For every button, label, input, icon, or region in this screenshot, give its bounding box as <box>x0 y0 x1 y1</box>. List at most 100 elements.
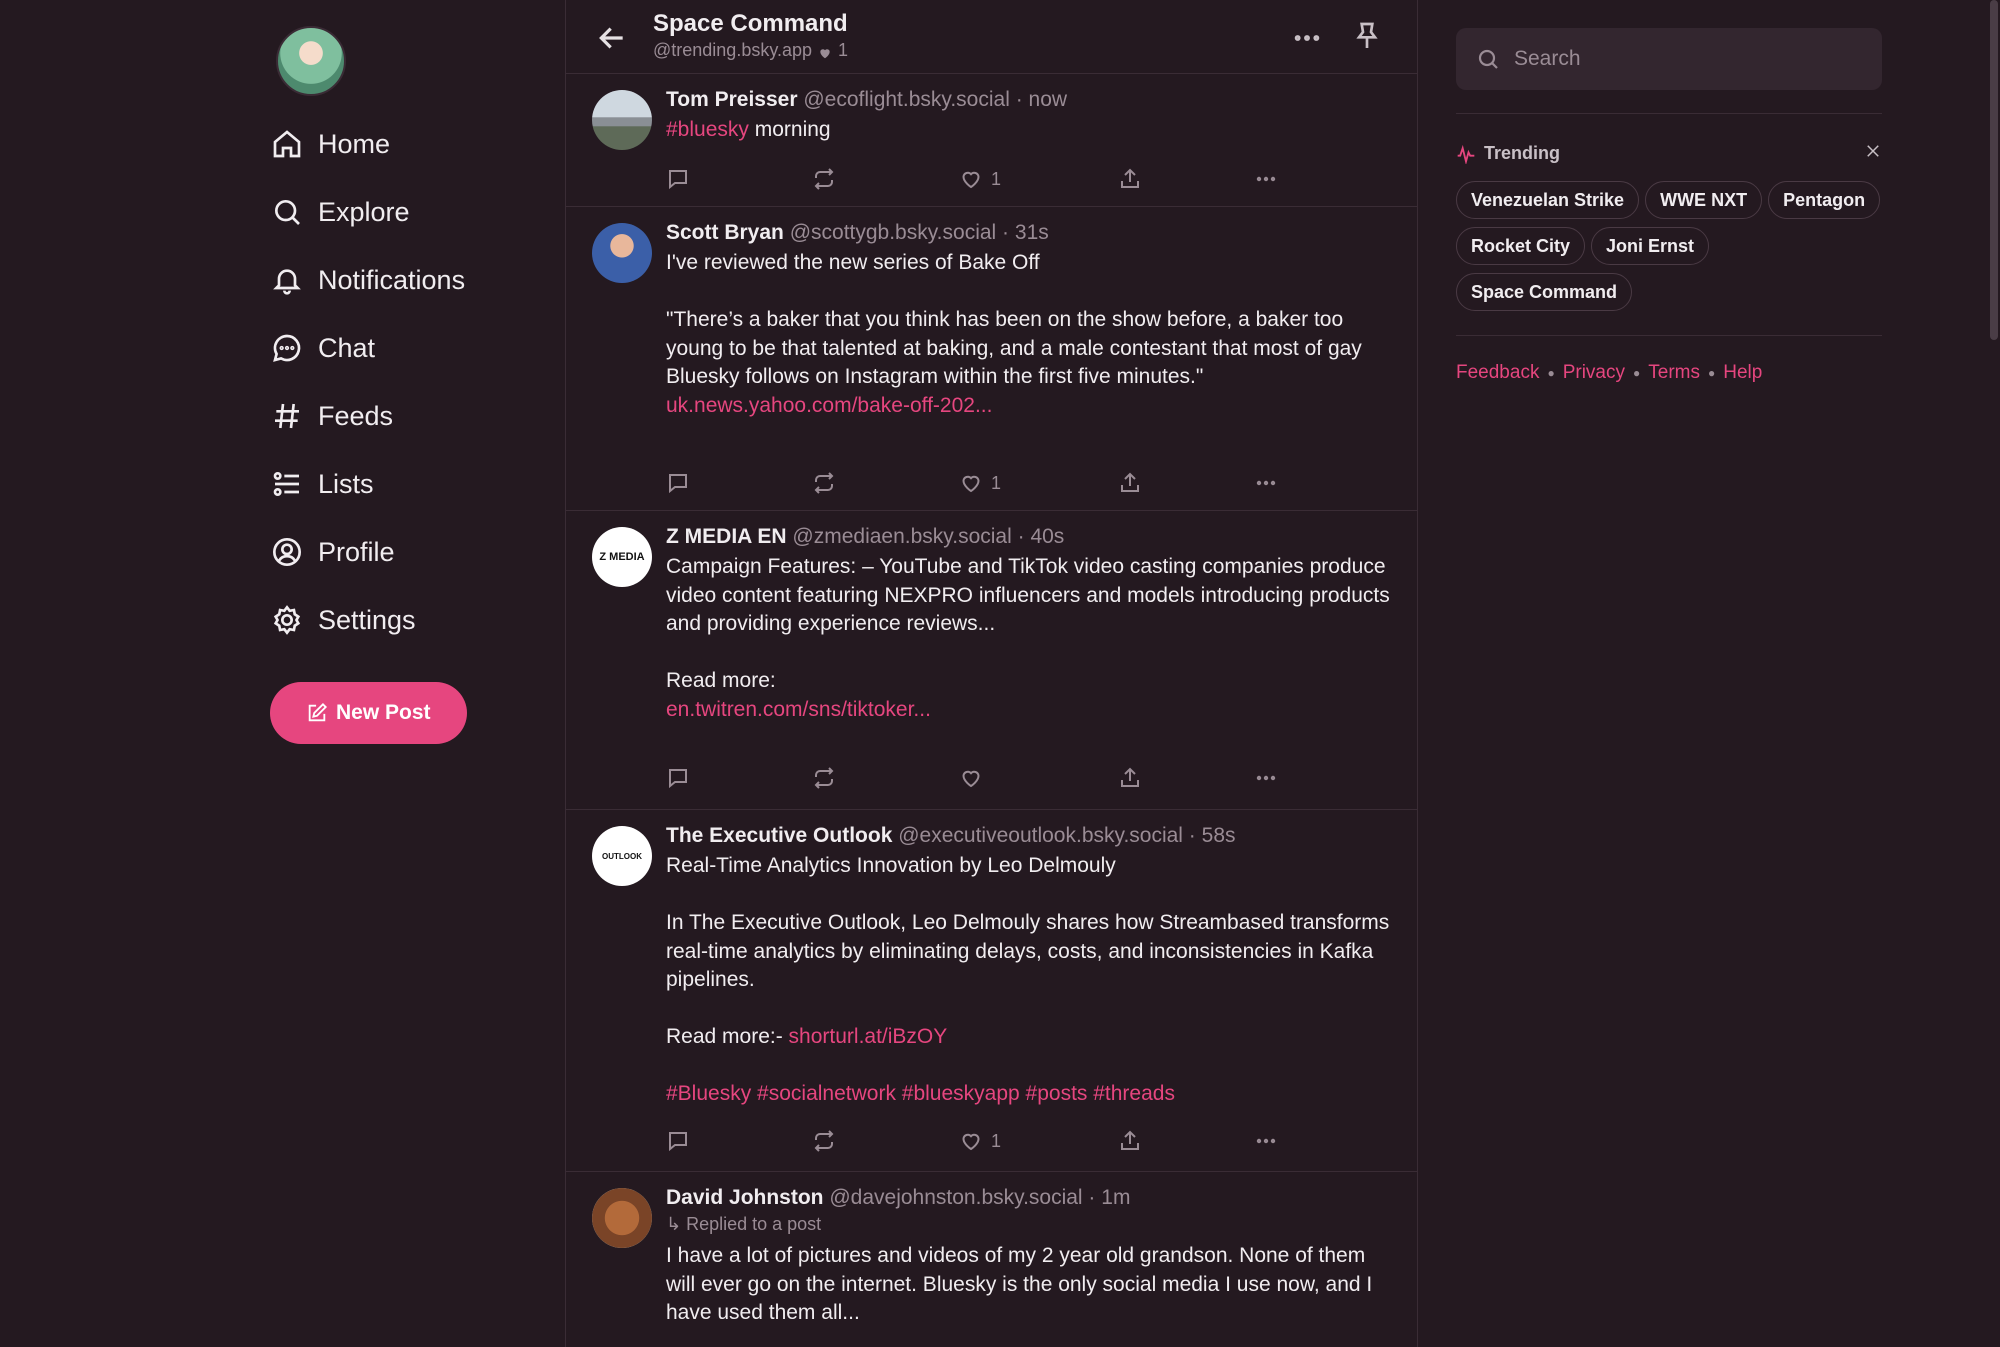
reply-button[interactable] <box>666 1126 690 1156</box>
reply-button[interactable] <box>666 164 690 194</box>
author-handle[interactable]: @zmediaen.bsky.social <box>792 525 1011 548</box>
trend-chip[interactable]: Joni Ernst <box>1591 227 1710 265</box>
pin-feed-button[interactable] <box>1351 20 1385 54</box>
feed-column: Space Command @trending.bsky.app 1 Tom P… <box>565 0 1418 1347</box>
post-meta: Tom Preisser @ecoflight.bsky.social · no… <box>666 88 1068 111</box>
post-link[interactable]: shorturl.at/iBzOY <box>789 1025 948 1048</box>
post-time: now <box>1028 88 1068 111</box>
like-button[interactable]: 1 <box>959 1126 1001 1156</box>
page-scrollbar[interactable] <box>1986 0 2000 1347</box>
nav-item-explore[interactable]: Explore <box>270 178 570 246</box>
hashtag-list[interactable]: #Bluesky #socialnetwork #blueskyapp #pos… <box>666 1082 1175 1105</box>
feed-header: Space Command @trending.bsky.app 1 <box>566 0 1417 74</box>
author-handle[interactable]: @executiveoutlook.bsky.social <box>898 824 1183 847</box>
nav-item-settings[interactable]: Settings <box>270 586 570 654</box>
terms-link[interactable]: Terms <box>1648 362 1700 384</box>
scrollbar-thumb[interactable] <box>1990 0 1998 340</box>
repost-button[interactable] <box>812 468 836 498</box>
post-meta: Scott Bryan @scottygb.bsky.social · 31s <box>666 221 1049 244</box>
search-box[interactable] <box>1456 28 1882 90</box>
like-button[interactable]: 1 <box>959 468 1001 498</box>
post-more-button[interactable] <box>1254 763 1278 793</box>
post-more-button[interactable] <box>1254 164 1278 194</box>
author-avatar[interactable] <box>592 1188 652 1248</box>
repost-button[interactable] <box>812 1126 836 1156</box>
trend-chip[interactable]: Space Command <box>1456 273 1633 311</box>
post-actions <box>666 763 1286 793</box>
post-link[interactable]: uk.news.yahoo.com/bake-off-202... <box>666 394 992 417</box>
author-name[interactable]: Tom Preisser <box>666 88 798 111</box>
author-name[interactable]: David Johnston <box>666 1186 824 1209</box>
hashtag-link[interactable]: #bluesky <box>666 118 749 141</box>
feedback-link[interactable]: Feedback <box>1456 362 1539 384</box>
post-item[interactable]: Scott Bryan @scottygb.bsky.social · 31s … <box>566 207 1417 511</box>
trend-chip[interactable]: WWE NXT <box>1645 181 1763 219</box>
nav-label: Profile <box>318 536 395 567</box>
close-trending-button[interactable] <box>1864 142 1882 165</box>
share-button[interactable] <box>1118 164 1142 194</box>
post-time: 1m <box>1101 1186 1131 1209</box>
new-post-button[interactable]: New Post <box>270 682 467 744</box>
author-avatar[interactable] <box>592 223 652 283</box>
nav-item-feeds[interactable]: Feeds <box>270 382 570 450</box>
reply-icon <box>669 170 687 190</box>
repost-button[interactable] <box>812 164 836 194</box>
trend-chip[interactable]: Rocket City <box>1456 227 1586 265</box>
nav-label: Lists <box>318 468 374 499</box>
reply-context[interactable]: ↳ Replied to a post <box>666 1212 1397 1236</box>
share-icon <box>1121 1130 1139 1150</box>
post-more-button[interactable] <box>1254 468 1278 498</box>
like-button[interactable]: 1 <box>959 164 1001 194</box>
trend-chip[interactable]: Pentagon <box>1768 181 1881 219</box>
author-handle[interactable]: @davejohnston.bsky.social <box>829 1186 1082 1209</box>
share-button[interactable] <box>1118 763 1142 793</box>
nav-item-home[interactable]: Home <box>270 110 570 178</box>
post-more-button[interactable] <box>1254 1126 1278 1156</box>
search-input[interactable] <box>1514 47 1814 71</box>
more-horizontal-icon <box>1256 775 1276 781</box>
author-name[interactable]: Z MEDIA EN <box>666 525 787 548</box>
post-item[interactable]: OUTLOOK The Executive Outlook @executive… <box>566 810 1417 1172</box>
trending-label: Trending <box>1484 143 1560 163</box>
feed-options-button[interactable] <box>1291 22 1323 54</box>
my-avatar[interactable] <box>276 26 346 96</box>
reply-button[interactable] <box>666 763 690 793</box>
repost-button[interactable] <box>812 763 836 793</box>
author-avatar[interactable] <box>592 90 652 150</box>
share-button[interactable] <box>1118 468 1142 498</box>
like-count: 1 <box>991 472 1002 493</box>
post-actions: 1 <box>666 468 1286 498</box>
post-item[interactable]: David Johnston @davejohnston.bsky.social… <box>566 1172 1417 1347</box>
trending-icon <box>1457 144 1475 164</box>
feed-title: Space Command <box>653 10 848 37</box>
author-avatar[interactable]: OUTLOOK <box>592 826 652 886</box>
nav-item-notifications[interactable]: Notifications <box>270 246 570 314</box>
back-button[interactable] <box>596 22 628 54</box>
bell-icon <box>270 263 304 297</box>
post-body: Scott Bryan @scottygb.bsky.social · 31s … <box>666 219 1397 420</box>
post-item[interactable]: Z MEDIA Z MEDIA EN @zmediaen.bsky.social… <box>566 511 1417 810</box>
author-avatar[interactable]: Z MEDIA <box>592 527 652 587</box>
post-item[interactable]: Tom Preisser @ecoflight.bsky.social · no… <box>566 74 1417 207</box>
author-name[interactable]: Scott Bryan <box>666 221 784 244</box>
feed-handle: @trending.bsky.app <box>653 40 813 60</box>
post-text: Campaign Features: – YouTube and TikTok … <box>666 553 1397 724</box>
nav-item-profile[interactable]: Profile <box>270 518 570 586</box>
nav-label: Explore <box>318 196 410 227</box>
nav-item-chat[interactable]: Chat <box>270 314 570 382</box>
nav-item-lists[interactable]: Lists <box>270 450 570 518</box>
post-link[interactable]: en.twitren.com/sns/tiktoker... <box>666 698 931 721</box>
share-button[interactable] <box>1118 1126 1142 1156</box>
like-button[interactable] <box>959 763 991 793</box>
reply-button[interactable] <box>666 468 690 498</box>
help-link[interactable]: Help <box>1723 362 1762 384</box>
trending-topics: Venezuelan Strike WWE NXT Pentagon Rocke… <box>1456 181 1882 311</box>
post-text: Real-Time Analytics Innovation by Leo De… <box>666 852 1397 1109</box>
post-time: 58s <box>1201 824 1236 847</box>
reply-icon <box>669 1132 687 1152</box>
privacy-link[interactable]: Privacy <box>1563 362 1625 384</box>
author-handle[interactable]: @ecoflight.bsky.social <box>803 88 1010 111</box>
author-name[interactable]: The Executive Outlook <box>666 824 892 847</box>
author-handle[interactable]: @scottygb.bsky.social <box>790 221 997 244</box>
trend-chip[interactable]: Venezuelan Strike <box>1456 181 1640 219</box>
